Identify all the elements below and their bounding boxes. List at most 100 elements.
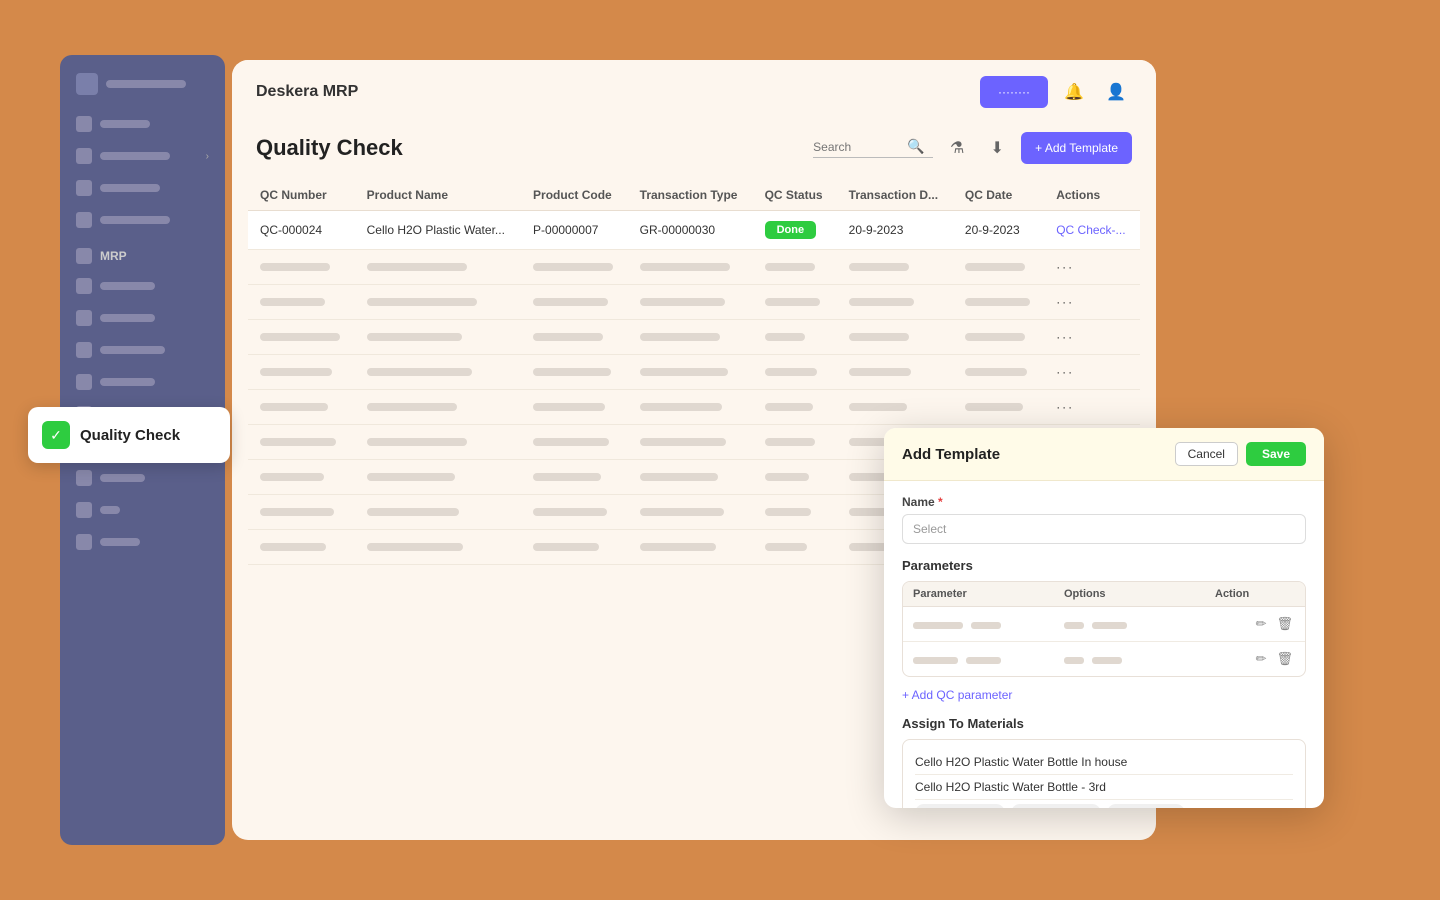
logo-icon	[76, 73, 98, 95]
sidebar-icon-5	[76, 278, 92, 294]
table-row: ···	[248, 285, 1140, 320]
app-title: Deskera MRP	[256, 83, 358, 101]
sidebar-icon-1	[76, 148, 92, 164]
sidebar-item-5[interactable]	[68, 271, 217, 301]
param-row-2-name	[913, 652, 1064, 667]
sidebar-item-6[interactable]	[68, 303, 217, 333]
search-input[interactable]	[813, 140, 903, 154]
param-row-2-actions: ✏ 🗑	[1215, 649, 1295, 669]
modal-header-buttons: Cancel Save	[1175, 442, 1306, 466]
skeleton-dots: ···	[1044, 320, 1140, 355]
page-title: Quality Check	[256, 135, 403, 161]
col-transaction-type: Transaction Type	[628, 180, 753, 211]
table-row: QC-000024 Cello H2O Plastic Water... P-0…	[248, 211, 1140, 250]
search-icon: 🔍	[907, 138, 924, 155]
skeleton-dots: ···	[1044, 285, 1140, 320]
top-bar-right: ········ 🔔 👤	[980, 76, 1132, 108]
param-col-action: Action	[1215, 588, 1295, 600]
sidebar-label-5	[100, 282, 155, 290]
qc-highlight-card[interactable]: ✓ Quality Check	[28, 407, 230, 463]
sidebar-icon-7	[76, 342, 92, 358]
notification-icon[interactable]: 🔔	[1058, 76, 1090, 108]
param-row-1: ✏ 🗑	[903, 607, 1305, 642]
skeleton-dots: ···	[1044, 390, 1140, 425]
cell-transaction-type: GR-00000030	[628, 211, 753, 250]
table-row: ···	[248, 250, 1140, 285]
param-row-1-name	[913, 617, 1064, 632]
sidebar-icon-6	[76, 310, 92, 326]
modal-title: Add Template	[902, 446, 1000, 463]
cancel-button[interactable]: Cancel	[1175, 442, 1238, 466]
delete-param-2-btn[interactable]: 🗑	[1274, 649, 1295, 669]
page-title-actions: 🔍 ⚗ ⬇ + Add Template	[813, 132, 1132, 164]
assign-section-title: Assign To Materials	[902, 716, 1306, 731]
sidebar-icon-2	[76, 180, 92, 196]
cell-transaction-date: 20-9-2023	[837, 211, 953, 250]
sidebar-item-1[interactable]: ›	[68, 141, 217, 171]
cell-action[interactable]: QC Check-...	[1044, 211, 1140, 250]
sidebar-icon-13	[76, 534, 92, 550]
table-row: ···	[248, 355, 1140, 390]
col-qc-number: QC Number	[248, 180, 355, 211]
add-template-modal: Add Template Cancel Save Name * Select P…	[884, 428, 1324, 808]
sidebar-label-13	[100, 538, 140, 546]
sidebar-icon-11	[76, 470, 92, 486]
sidebar-item-3[interactable]	[68, 205, 217, 235]
user-icon[interactable]: 👤	[1100, 76, 1132, 108]
sidebar-label-12	[100, 506, 120, 514]
sidebar-icon-0	[76, 116, 92, 132]
sidebar-item-11[interactable]	[68, 463, 217, 493]
material-tag-3: Polystyrene	[1107, 804, 1184, 808]
filter-icon[interactable]: ⚗	[941, 132, 973, 164]
search-row: 🔍	[813, 138, 933, 158]
sidebar-label-8	[100, 378, 155, 386]
sidebar-item-7[interactable]	[68, 335, 217, 365]
cell-qc-number: QC-000024	[248, 211, 355, 250]
sidebar-mrp-icon	[76, 248, 92, 264]
param-col-parameter: Parameter	[913, 588, 1064, 600]
save-button[interactable]: Save	[1246, 442, 1306, 466]
sidebar-label-3	[100, 216, 170, 224]
sidebar-item-2[interactable]	[68, 173, 217, 203]
param-row-1-actions: ✏ 🗑	[1215, 614, 1295, 634]
cell-product-code: P-00000007	[521, 211, 628, 250]
skeleton-dots: ···	[1044, 355, 1140, 390]
edit-param-2-btn[interactable]: ✏	[1254, 649, 1269, 669]
sidebar-mrp-section: MRP	[68, 241, 217, 271]
edit-param-1-btn[interactable]: ✏	[1254, 614, 1269, 634]
table-header-row: QC Number Product Name Product Code Tran…	[248, 180, 1140, 211]
sidebar-icon-12	[76, 502, 92, 518]
table-row: ···	[248, 390, 1140, 425]
sidebar-item-13[interactable]	[68, 527, 217, 557]
sidebar-label-6	[100, 314, 155, 322]
name-select[interactable]: Select	[902, 514, 1306, 544]
param-row-1-options	[1064, 617, 1215, 632]
sidebar-label-0	[100, 120, 150, 128]
sidebar-item-0[interactable]	[68, 109, 217, 139]
parameters-section-title: Parameters	[902, 558, 1306, 573]
add-qc-param-link[interactable]: + Add QC parameter	[902, 688, 1012, 702]
modal-body: Name * Select Parameters Parameter Optio…	[884, 481, 1324, 808]
material-tag-1: Polycarbonate	[915, 804, 1005, 808]
top-bar: Deskera MRP ········ 🔔 👤	[232, 60, 1156, 124]
col-qc-status: QC Status	[753, 180, 837, 211]
topbar-action-btn[interactable]: ········	[980, 76, 1048, 108]
sidebar-item-12[interactable]	[68, 495, 217, 525]
download-icon[interactable]: ⬇	[981, 132, 1013, 164]
material-tags: Polycarbonate Polypropylene Polystyrene	[915, 800, 1293, 808]
param-row-2: ✏ 🗑	[903, 642, 1305, 676]
table-row: ···	[248, 320, 1140, 355]
delete-param-1-btn[interactable]: 🗑	[1274, 614, 1295, 634]
status-badge: Done	[765, 221, 817, 239]
action-link[interactable]: QC Check-...	[1056, 223, 1125, 237]
required-asterisk: *	[938, 495, 943, 509]
col-qc-date: QC Date	[953, 180, 1044, 211]
material-tag-2: Polypropylene	[1011, 804, 1101, 808]
add-template-btn[interactable]: + Add Template	[1021, 132, 1132, 164]
cell-qc-date: 20-9-2023	[953, 211, 1044, 250]
param-row-2-options	[1064, 652, 1215, 667]
logo-text	[106, 80, 186, 88]
qc-check-icon: ✓	[42, 421, 70, 449]
sidebar-item-8[interactable]	[68, 367, 217, 397]
param-col-options: Options	[1064, 588, 1215, 600]
